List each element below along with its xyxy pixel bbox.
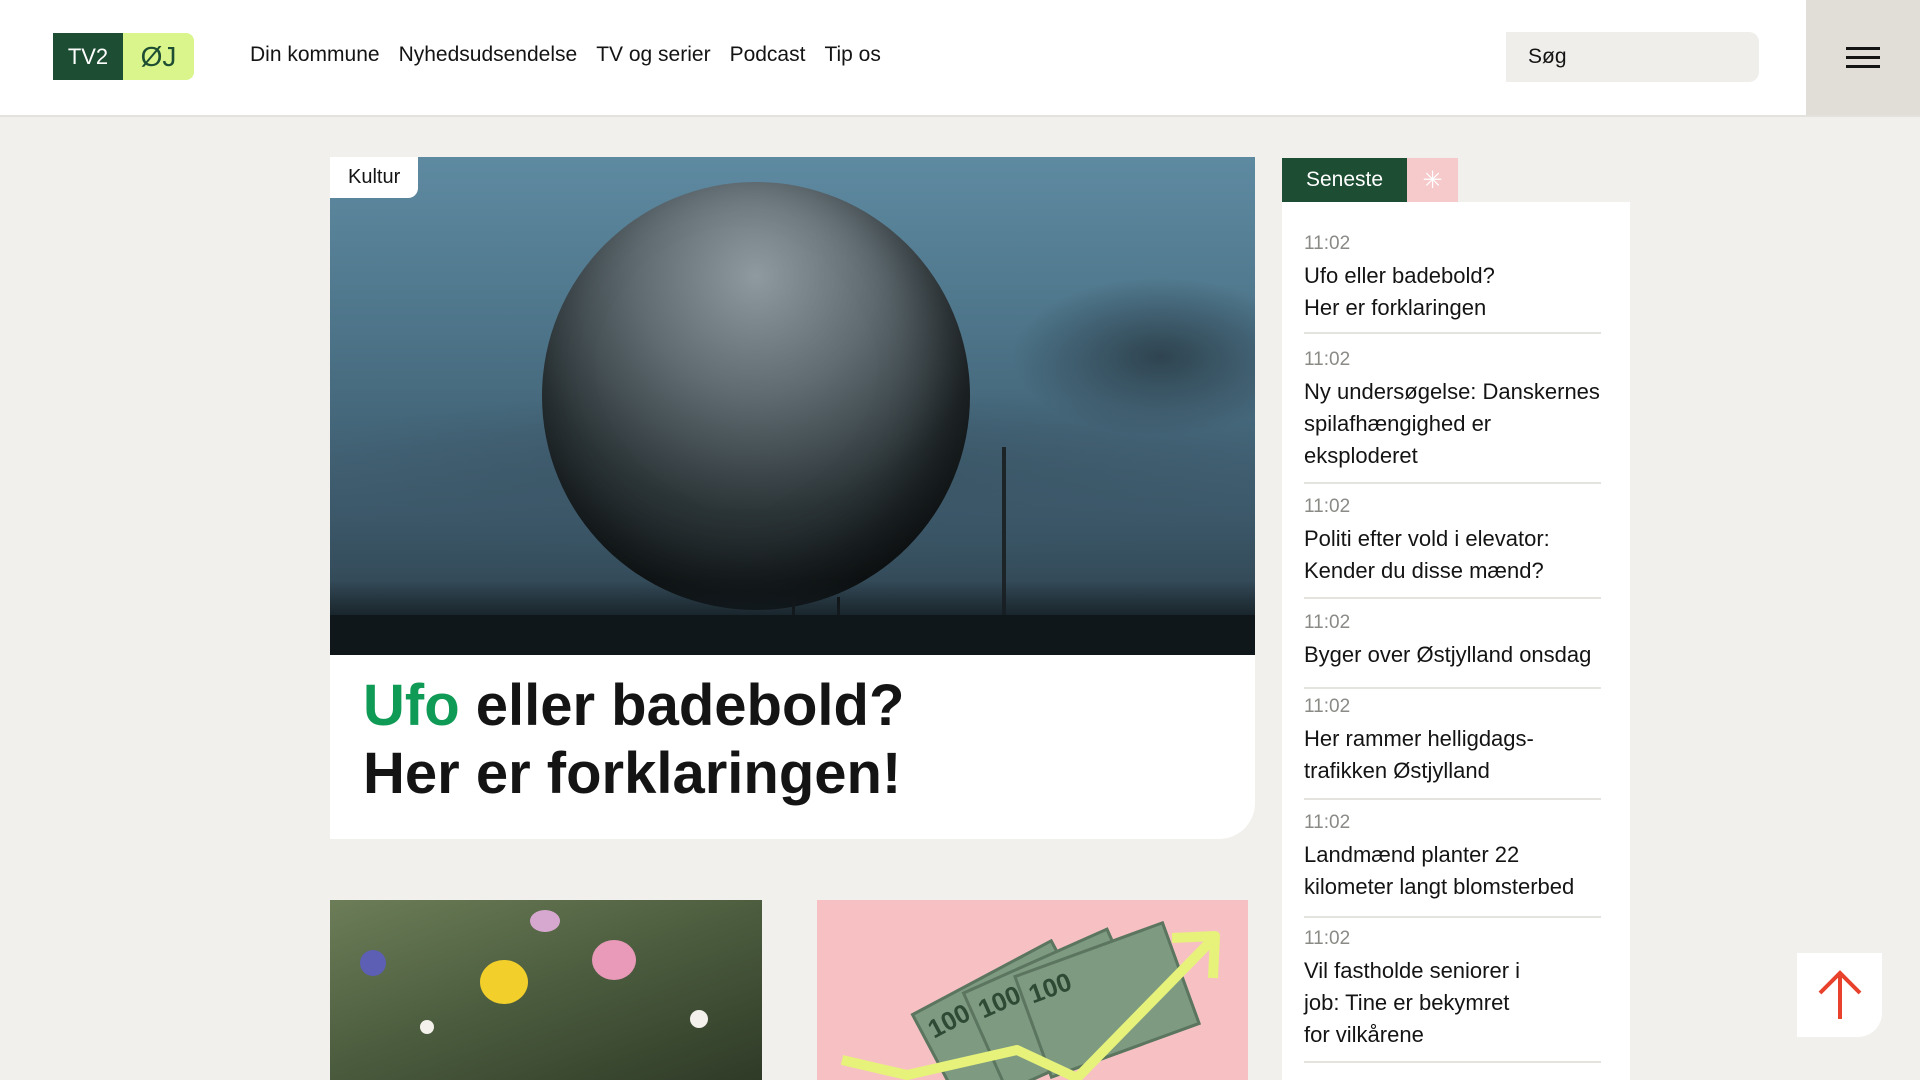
item-time: 11:02 xyxy=(1304,349,1351,370)
logo-oj: ØJ xyxy=(123,33,194,80)
list-item[interactable]: 11:02 Her rammer helligdags-trafikken Øs… xyxy=(1304,695,1601,800)
headline-line1: eller badebold? xyxy=(459,673,905,738)
hero-headline[interactable]: Ufo eller badebold? Her er forklaringen! xyxy=(363,672,1223,808)
nav-podcast[interactable]: Podcast xyxy=(730,40,806,70)
flowers-article-card[interactable] xyxy=(330,900,762,1080)
money-article-card[interactable]: 100 100 100 xyxy=(817,900,1248,1080)
latest-news-list: 11:02 Ufo eller badebold? Her er forklar… xyxy=(1282,202,1630,1080)
main-nav: Din kommune Nyhedsudsendelse TV og serie… xyxy=(250,40,900,70)
site-header: TV2 ØJ Din kommune Nyhedsudsendelse TV o… xyxy=(0,0,1920,117)
nav-din-kommune[interactable]: Din kommune xyxy=(250,40,380,70)
item-time: 11:02 xyxy=(1304,612,1351,633)
list-item[interactable]: 11:02 Byger over Østjylland onsdag xyxy=(1304,611,1601,689)
search-input[interactable] xyxy=(1526,44,1739,70)
tab-latest[interactable]: Seneste xyxy=(1282,158,1408,202)
list-item[interactable]: 11:02 Landmænd planter 22 kilometer lang… xyxy=(1304,811,1601,918)
hero-article[interactable]: Kultur Ufo eller badebold? Her er forklar… xyxy=(330,157,1255,839)
item-time: 11:02 xyxy=(1304,496,1351,517)
item-headline: Landmænd planter 22 kilometer langt blom… xyxy=(1304,842,1575,899)
asterisk-icon[interactable]: ✳ xyxy=(1407,158,1459,202)
nav-tv-og-serier[interactable]: TV og serier xyxy=(596,40,710,70)
item-time: 11:02 xyxy=(1304,696,1351,717)
item-headline: Vil fastholde seniorer i job: Tine er be… xyxy=(1304,958,1521,1047)
item-headline: Byger over Østjylland onsdag xyxy=(1304,642,1592,667)
menu-button[interactable] xyxy=(1806,0,1920,115)
scroll-top-button[interactable] xyxy=(1797,953,1882,1037)
arrow-up-icon xyxy=(1818,970,1861,1019)
item-headline: Ny undersøgelse: Danskernes spilafhængig… xyxy=(1304,379,1600,468)
nav-nyhedsudsendelse[interactable]: Nyhedsudsendelse xyxy=(399,40,578,70)
list-item[interactable]: 11:02 Politi efter vold i elevator: Kend… xyxy=(1304,495,1601,599)
list-item[interactable]: 11:02 Ny undersøgelse: Danskernes spilaf… xyxy=(1304,348,1601,484)
nav-tip-os[interactable]: Tip os xyxy=(824,40,880,70)
item-time: 11:02 xyxy=(1304,928,1351,949)
item-headline: Ufo eller badebold? Her er forklaringen xyxy=(1304,263,1495,320)
list-item[interactable]: 11:02 Vil fastholde seniorer i job: Tine… xyxy=(1304,927,1601,1063)
headline-accent: Ufo xyxy=(363,673,460,738)
item-time: 11:02 xyxy=(1304,233,1351,254)
hero-image xyxy=(330,157,1255,655)
search-box[interactable] xyxy=(1506,32,1759,82)
trend-arrow-icon xyxy=(840,931,1220,1080)
logo-tv2: TV2 xyxy=(53,33,123,80)
hamburger-icon xyxy=(1846,46,1880,69)
category-tag[interactable]: Kultur xyxy=(330,157,419,198)
sphere-shape xyxy=(542,182,970,610)
site-logo[interactable]: TV2 ØJ xyxy=(53,33,194,80)
item-headline: Her rammer helligdags-trafikken Østjylla… xyxy=(1304,726,1534,783)
item-time: 11:02 xyxy=(1304,812,1351,833)
latest-tabs: Seneste ✳ xyxy=(1282,158,1459,202)
list-item[interactable]: 11:02 Ufo eller badebold? Her er forklar… xyxy=(1304,232,1601,334)
headline-line2: Her er forklaringen! xyxy=(363,741,902,806)
item-headline: Politi efter vold i elevator: Kender du … xyxy=(1304,526,1550,583)
